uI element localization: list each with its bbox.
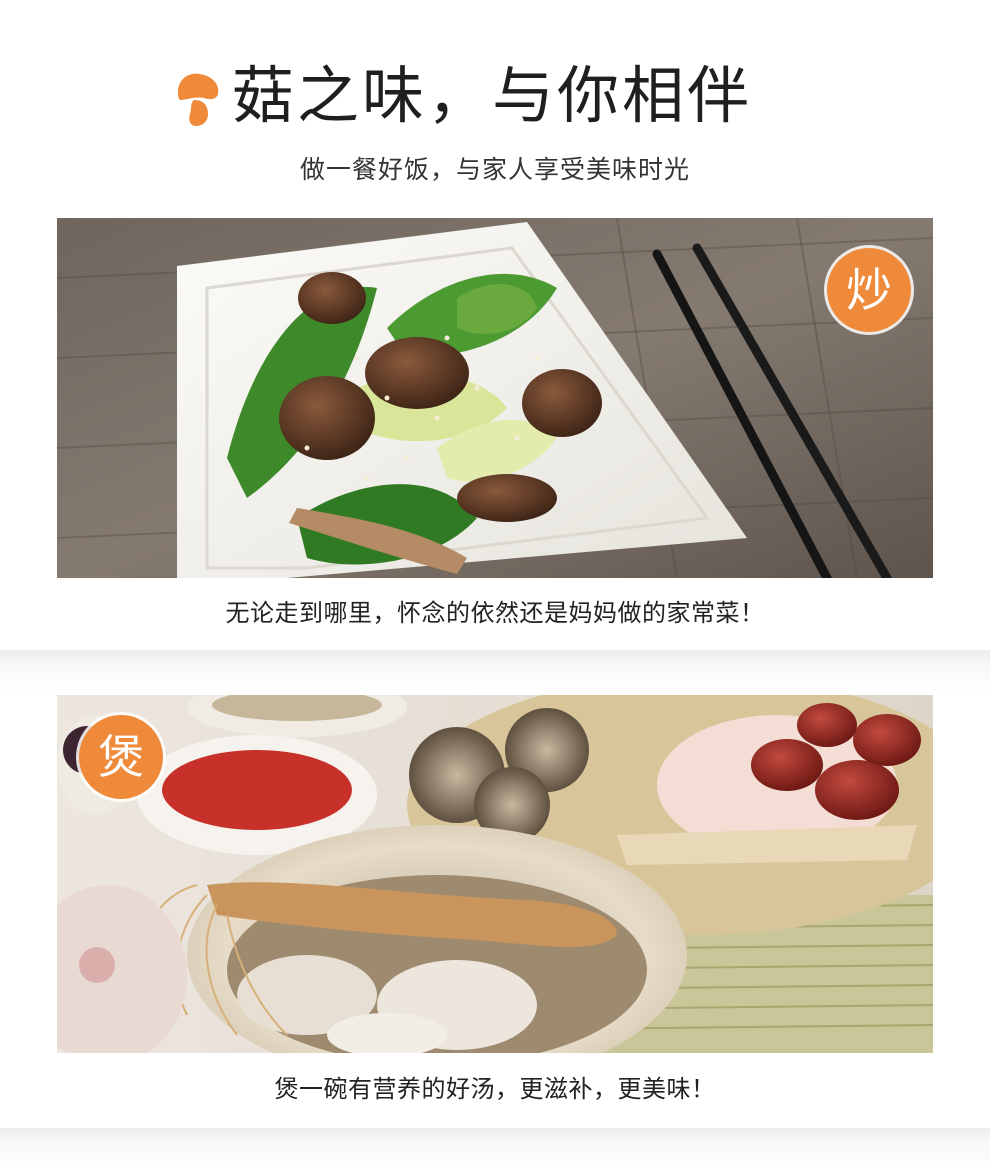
stir-fried-mushroom-bok-choy-photo xyxy=(57,218,933,578)
soup-caption: 煲一碗有营养的好汤，更滋补，更美味！ xyxy=(274,1075,716,1103)
page-subtitle: 做一餐好饭，与家人享受美味时光 xyxy=(299,155,690,184)
page-title: 菇之味，与你相伴 xyxy=(232,59,753,132)
stew-badge: 煲 xyxy=(79,715,163,799)
mushroom-icon xyxy=(174,70,222,128)
stir-fry-badge: 炒 xyxy=(827,248,911,332)
section-divider xyxy=(0,650,990,692)
page-header: 菇之味，与你相伴 做一餐好饭，与家人享受美味时光 xyxy=(0,0,990,210)
stir-fry-caption: 无论走到哪里，怀念的依然还是妈妈做的家常菜！ xyxy=(225,599,765,627)
section-divider-bottom xyxy=(0,1128,990,1169)
ginseng-chicken-mushroom-soup-photo xyxy=(57,695,933,1053)
